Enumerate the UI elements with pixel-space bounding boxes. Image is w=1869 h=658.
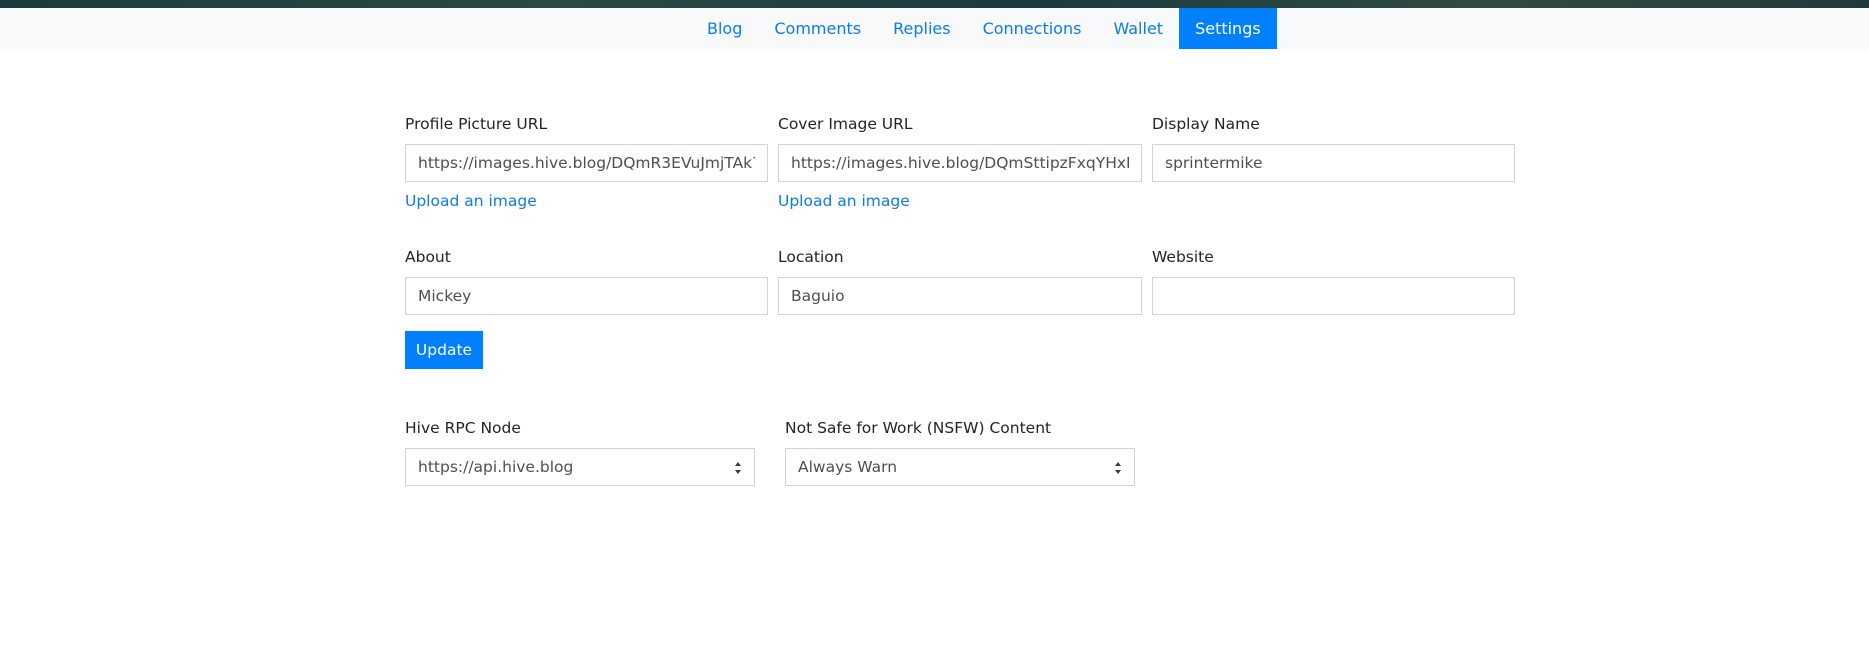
profile-picture-label: Profile Picture URL [405,115,548,133]
location-input[interactable] [778,277,1142,315]
select-caret-icon [735,462,741,474]
profile-picture-input[interactable] [405,144,768,182]
settings-form: Profile Picture URL Upload an image Cove… [0,0,1869,658]
website-input[interactable] [1152,277,1515,315]
update-button[interactable]: Update [405,331,483,369]
rpc-node-label: Hive RPC Node [405,419,521,437]
nsfw-select[interactable]: Always Warn [785,448,1135,486]
about-label: About [405,248,451,266]
cover-image-upload-link[interactable]: Upload an image [778,192,910,210]
nsfw-value: Always Warn [798,458,898,476]
location-label: Location [778,248,844,266]
profile-picture-upload-link[interactable]: Upload an image [405,192,537,210]
cover-image-label: Cover Image URL [778,115,913,133]
display-name-input[interactable] [1152,144,1515,182]
website-label: Website [1152,248,1214,266]
about-input[interactable] [405,277,768,315]
rpc-node-value: https://api.hive.blog [418,458,574,476]
select-caret-icon [1115,462,1121,474]
cover-image-input[interactable] [778,144,1142,182]
nsfw-label: Not Safe for Work (NSFW) Content [785,419,1052,437]
display-name-label: Display Name [1152,115,1260,133]
rpc-node-select[interactable]: https://api.hive.blog [405,448,755,486]
